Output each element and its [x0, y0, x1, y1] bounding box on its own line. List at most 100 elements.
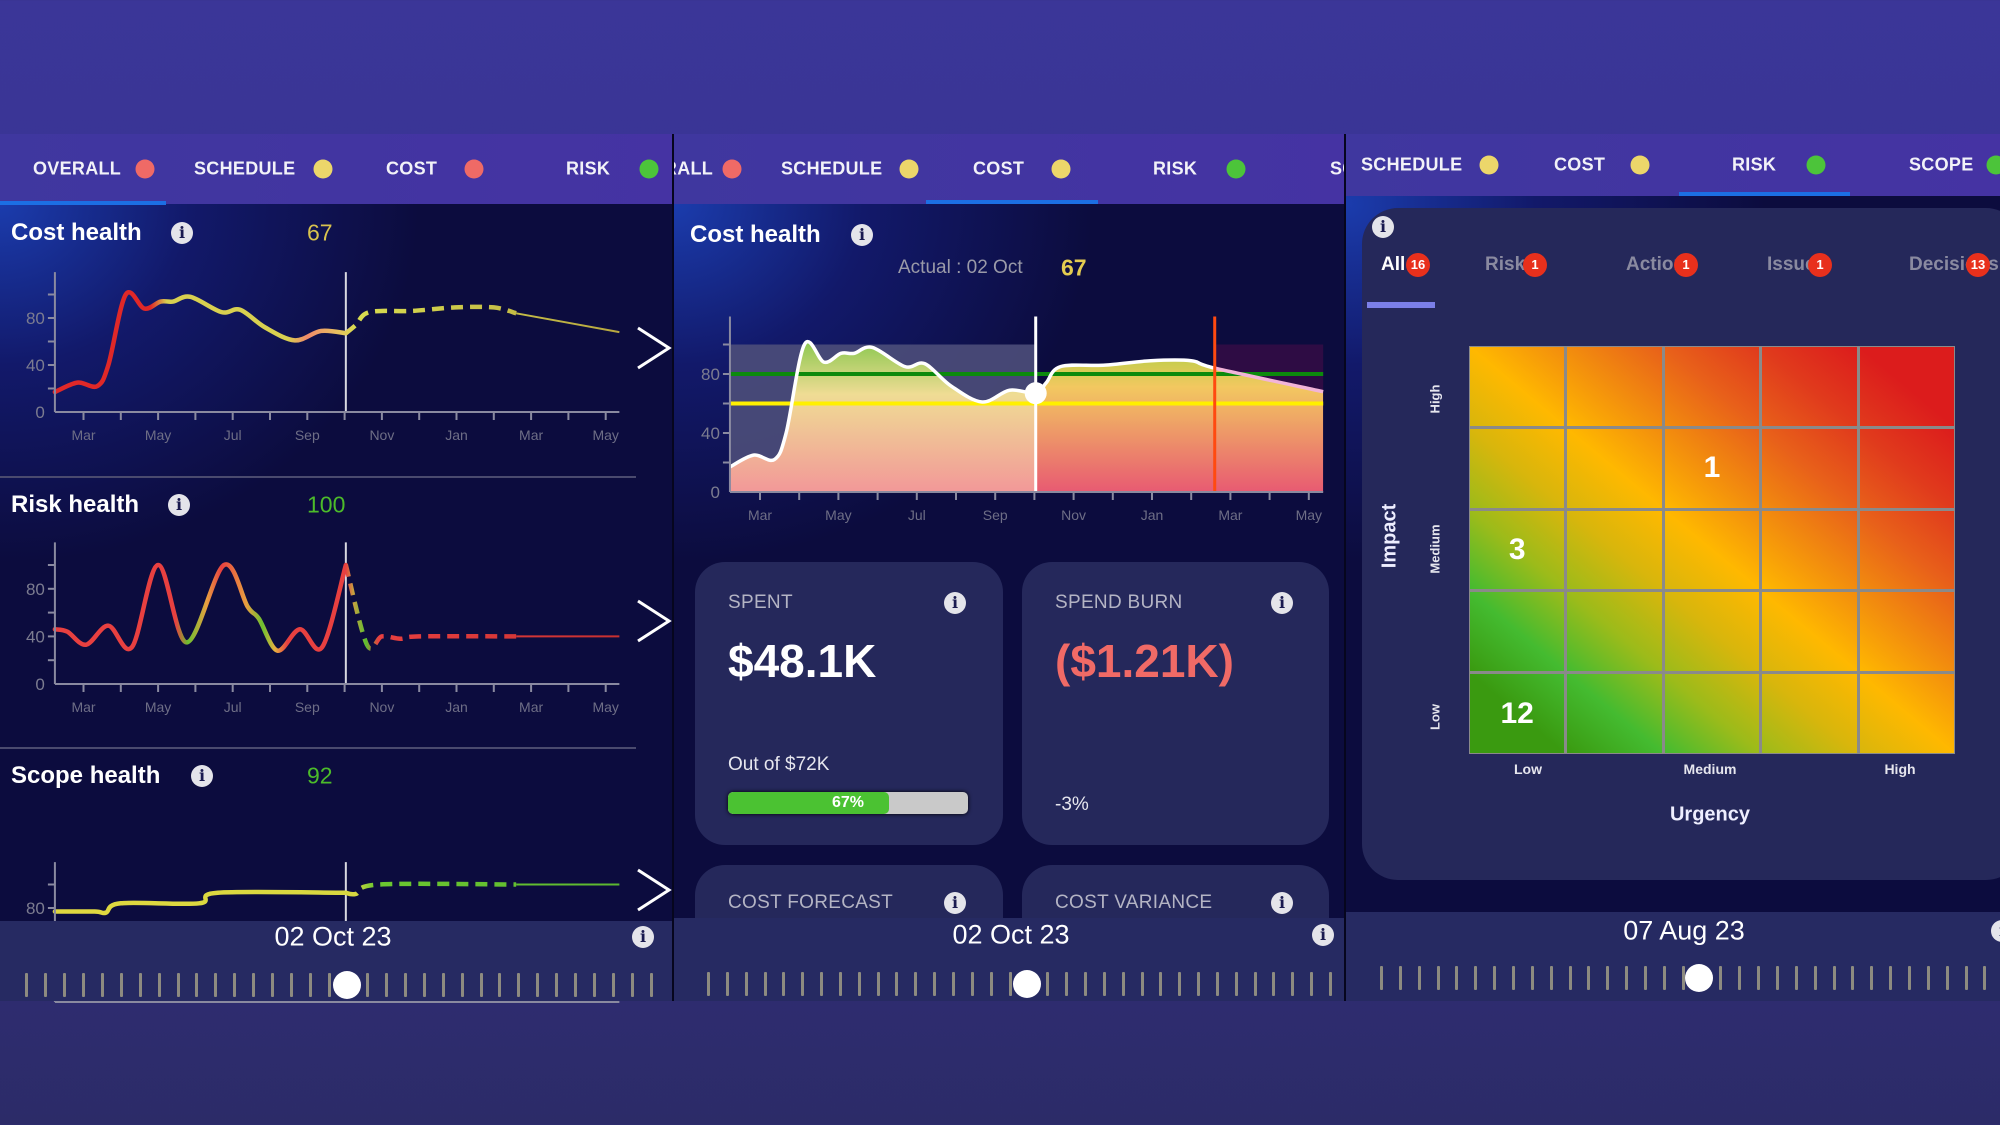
tab-label: SCHEDULE: [194, 158, 296, 179]
slider-tick: [1625, 966, 1629, 990]
risk-matrix-cell[interactable]: [1567, 510, 1662, 590]
slider-tick: [252, 973, 256, 997]
slider-tick: [1776, 966, 1779, 990]
info-icon[interactable]: i: [171, 222, 193, 244]
chevron-right-icon[interactable]: [636, 867, 672, 913]
info-icon[interactable]: i: [1312, 924, 1334, 946]
slider-tick: [214, 973, 218, 997]
slider-tick: [801, 972, 805, 996]
risk-matrix-cell[interactable]: [1664, 510, 1760, 590]
chevron-right-icon[interactable]: [636, 325, 672, 371]
slider-tick: [933, 972, 937, 996]
risk-matrix-cell[interactable]: [1859, 674, 1954, 753]
risk-matrix-cell[interactable]: [1664, 347, 1760, 426]
slider-tick: [707, 972, 710, 996]
cell-count: 3: [1508, 532, 1526, 566]
info-icon[interactable]: i: [168, 494, 190, 516]
slider-tick: [970, 972, 974, 996]
risk-matrix-cell[interactable]: [1567, 674, 1662, 753]
risk-matrix-cell[interactable]: [1859, 592, 1954, 672]
slider-tick: [309, 973, 313, 997]
slider-tick: [895, 972, 899, 996]
card-label: SPEND BURN: [1055, 592, 1183, 613]
filter-tab-all[interactable]: All: [1381, 254, 1405, 276]
slider-tick: [1046, 972, 1050, 996]
slider-tick: [1083, 972, 1087, 996]
risk-matrix-cell[interactable]: [1470, 592, 1565, 672]
slider-tick: [857, 972, 861, 996]
slider-tick: [1908, 966, 1911, 990]
slider-tick: [820, 972, 824, 996]
cost-health-title: Cost health: [11, 219, 142, 246]
chevron-right-icon[interactable]: [636, 598, 672, 644]
risk-health-score: 100: [307, 491, 346, 518]
slider-tick: [1644, 966, 1647, 990]
risk-matrix-cell[interactable]: [1470, 347, 1565, 426]
risk-matrix-cell[interactable]: [1762, 510, 1857, 590]
risk-matrix-cell[interactable]: [1567, 428, 1662, 508]
urgency-label-high: High: [1884, 761, 1916, 777]
timeline-slider-handle[interactable]: [1685, 964, 1713, 992]
risk-matrix-cell[interactable]: 12: [1470, 674, 1565, 753]
spend-burn-card[interactable]: SPEND BURN i ($1.21K) -3%: [1022, 562, 1329, 845]
risk-matrix-cell[interactable]: [1762, 347, 1857, 426]
status-tab-bar: SCHEDULE COST RISK SCOPE: [1346, 134, 2000, 196]
slider-tick: [1964, 966, 1968, 990]
slider-tick: [536, 973, 540, 997]
risk-matrix-cell[interactable]: [1664, 674, 1760, 753]
slider-tick: [422, 973, 426, 997]
risk-matrix-cell[interactable]: [1859, 428, 1954, 508]
info-icon[interactable]: i: [1271, 892, 1293, 914]
risk-matrix-cell[interactable]: [1470, 428, 1565, 508]
slider-tick: [1417, 966, 1421, 990]
status-dot-icon: [722, 159, 742, 179]
info-icon[interactable]: i: [944, 592, 966, 614]
urgency-label-low: Low: [1514, 761, 1542, 777]
risk-matrix-cell[interactable]: [1859, 347, 1954, 426]
slider-tick: [1719, 966, 1723, 990]
tab-label: SCHEDULE: [1361, 154, 1463, 175]
risk-matrix-cell[interactable]: [1762, 674, 1857, 753]
timeline-slider-handle[interactable]: [333, 971, 361, 999]
spent-progress-bar: 67%: [728, 792, 968, 814]
cost-health-panel: OVERALL SCHEDULE COST RISK SCOPE Cost he…: [674, 134, 1344, 1001]
risk-matrix-cell[interactable]: [1859, 510, 1954, 590]
risk-matrix-cell[interactable]: 1: [1664, 428, 1760, 508]
slider-tick: [1474, 966, 1478, 990]
spent-card[interactable]: SPENT i $48.1K Out of $72K 67%: [695, 562, 1003, 845]
status-dot-icon: [1986, 155, 2000, 175]
count-badge: 1: [1523, 253, 1547, 277]
impact-axis-title: Impact: [1378, 503, 1401, 569]
slider-tick: [176, 973, 180, 997]
risk-matrix-cell[interactable]: [1664, 592, 1760, 672]
risk-matrix-cell[interactable]: [1762, 592, 1857, 672]
risk-matrix-cell[interactable]: [1567, 592, 1662, 672]
info-icon[interactable]: i: [632, 926, 654, 948]
info-icon[interactable]: i: [1271, 592, 1293, 614]
info-icon[interactable]: i: [1372, 216, 1394, 238]
slider-tick: [384, 973, 388, 997]
info-icon[interactable]: i: [851, 224, 873, 246]
risk-matrix-cell[interactable]: 3: [1470, 510, 1565, 590]
risk-matrix-cell[interactable]: [1567, 347, 1662, 426]
slider-tick: [1310, 972, 1314, 996]
slider-tick: [1889, 966, 1893, 990]
slider-tick: [1121, 972, 1125, 996]
status-dot-icon: [313, 159, 333, 179]
risk-panel: SCHEDULE COST RISK SCOPE i All 16 Risks …: [1346, 134, 2000, 1001]
timeline-slider-handle[interactable]: [1013, 970, 1041, 998]
slider-tick: [498, 973, 502, 997]
slider-tick: [1197, 972, 1201, 996]
urgency-label-medium: Medium: [1683, 761, 1737, 777]
info-icon[interactable]: i: [944, 892, 966, 914]
slider-tick: [1945, 966, 1949, 990]
slider-tick: [1493, 966, 1497, 990]
slider-tick: [914, 972, 918, 996]
tab-label: COST: [386, 158, 438, 179]
risk-matrix-cell[interactable]: [1762, 428, 1857, 508]
slider-tick: [517, 973, 521, 997]
info-icon[interactable]: i: [1991, 920, 2000, 942]
divider: [0, 476, 636, 478]
slider-tick: [1272, 972, 1276, 996]
info-icon[interactable]: i: [191, 765, 213, 787]
